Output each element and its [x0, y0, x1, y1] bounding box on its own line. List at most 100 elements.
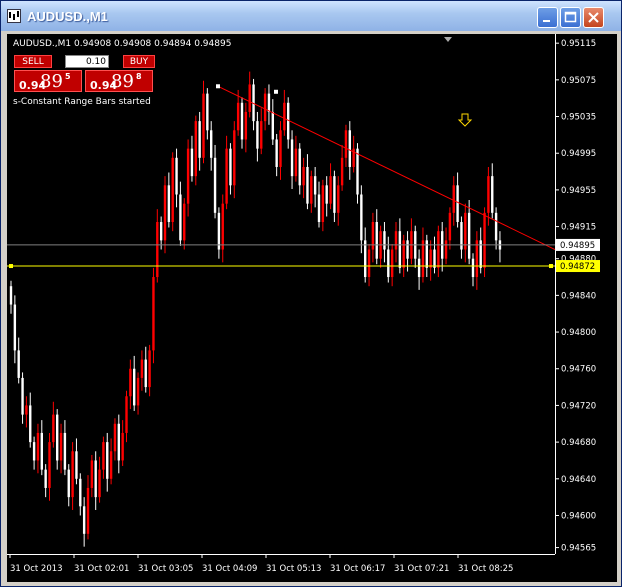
candle-body: [36, 432, 40, 461]
candle-body: [48, 442, 51, 488]
candle-body: [387, 249, 390, 278]
candle-body: [344, 130, 348, 158]
candle-body: [140, 359, 144, 378]
candle-body: [21, 377, 24, 415]
candle-body: [13, 304, 17, 351]
candle-body: [117, 423, 120, 461]
candle-body: [302, 166, 305, 186]
buy-price-box[interactable]: 0.94 89 8: [85, 70, 153, 92]
candle-body: [325, 185, 328, 204]
price-tick-label: 0.94565: [561, 544, 596, 554]
candle-body: [375, 222, 378, 259]
minimize-button[interactable]: [537, 7, 558, 28]
buy-button[interactable]: BUY: [123, 55, 155, 68]
candle-body: [67, 469, 70, 498]
candle-body: [236, 102, 240, 131]
time-tick-label: 31 Oct 08:25: [458, 564, 513, 574]
price-tick-label: 0.94640: [561, 475, 596, 485]
candle-body: [248, 84, 251, 112]
candle-body: [156, 222, 159, 278]
status-message: s-Constant Range Bars started: [13, 97, 151, 107]
candle-body: [190, 148, 194, 177]
candle-body: [333, 176, 336, 213]
symbol-ohlc-line: AUDUSD.,M1 0.94908 0.94908 0.94894 0.948…: [13, 39, 232, 49]
price-tick-label: 0.94720: [561, 401, 596, 411]
candle-body: [487, 176, 490, 213]
current-price-label: 0.94895: [560, 241, 595, 251]
candle-body: [94, 460, 97, 498]
candle-body: [364, 240, 367, 278]
candle-body: [106, 442, 109, 479]
candle-body: [40, 432, 43, 470]
time-tick-label: 31 Oct 07:21: [394, 564, 449, 574]
level-anchor: [549, 264, 553, 269]
candle-body: [221, 203, 224, 250]
price-tick-label: 0.94955: [561, 186, 596, 196]
candle-body: [194, 121, 197, 177]
candle-body: [125, 396, 128, 433]
candle-body: [102, 442, 105, 470]
price-tick-label: 0.94995: [561, 149, 596, 159]
candle-body: [225, 148, 228, 204]
candle-body: [229, 148, 232, 186]
candle-body: [491, 176, 494, 213]
candle-body: [59, 432, 63, 461]
chart-area[interactable]: 0.95115 0.95075 0.95035 0.94995 0.94955 0.949…: [7, 34, 617, 582]
candle-body: [244, 111, 248, 140]
buy-price-big: 89: [111, 71, 134, 92]
candle-body: [348, 130, 351, 167]
candle-body: [213, 157, 217, 213]
buy-price-sup: 8: [136, 72, 142, 81]
trendline: [217, 85, 556, 250]
candle-body: [279, 130, 282, 167]
candle-body: [202, 93, 205, 158]
candle-body: [148, 350, 151, 388]
close-button[interactable]: [583, 7, 604, 28]
candle-body: [448, 212, 452, 241]
candle-body: [129, 368, 132, 397]
candle-body: [433, 249, 436, 268]
time-tick-label: 31 Oct 04:09: [202, 564, 257, 574]
price-tick-label: 0.95115: [561, 39, 596, 49]
candle-body: [367, 249, 371, 278]
candle-body: [186, 148, 190, 204]
lot-size-input[interactable]: [65, 55, 109, 68]
price-tick-label: 0.94840: [561, 291, 596, 301]
candle-body: [383, 231, 386, 250]
candle-body: [267, 93, 271, 112]
candle-body: [452, 185, 455, 213]
time-tick-label: 31 Oct 03:05: [138, 564, 193, 574]
candle-body: [313, 176, 317, 195]
candle-body: [290, 139, 294, 177]
candle-body: [198, 121, 201, 158]
candle-body: [321, 185, 325, 223]
candle-body: [206, 93, 209, 131]
candle-body: [159, 222, 163, 241]
level-price-label: 0.94872: [560, 262, 595, 272]
trendline-anchor: [274, 89, 278, 94]
candle-body: [298, 148, 301, 186]
sell-button[interactable]: SELL: [14, 55, 52, 68]
price-tick-label: 0.94760: [561, 365, 596, 375]
sell-price-box[interactable]: 0.94 89 5: [14, 70, 82, 92]
minimize-icon: [543, 20, 550, 22]
candle-body: [133, 368, 136, 406]
price-chart[interactable]: 0.95115 0.95075 0.95035 0.94995 0.94955 0.949…: [7, 34, 617, 582]
candle-body: [456, 185, 459, 223]
candle-body: [32, 442, 36, 461]
candle-body: [163, 185, 167, 241]
candle-body: [360, 194, 363, 241]
title-bar[interactable]: AUDUSD.,M1: [1, 1, 621, 31]
candle-body: [171, 157, 174, 223]
candle-body: [210, 130, 213, 158]
price-tick-label: 0.95035: [561, 113, 596, 123]
close-icon: [588, 12, 599, 23]
maximize-button[interactable]: [560, 7, 581, 28]
candle-body: [271, 111, 274, 140]
candle-body: [175, 157, 178, 195]
candle-body: [306, 166, 309, 204]
candle-body: [183, 203, 186, 241]
candle-body: [25, 405, 28, 415]
candle-body: [263, 93, 267, 122]
candle-body: [167, 185, 171, 223]
